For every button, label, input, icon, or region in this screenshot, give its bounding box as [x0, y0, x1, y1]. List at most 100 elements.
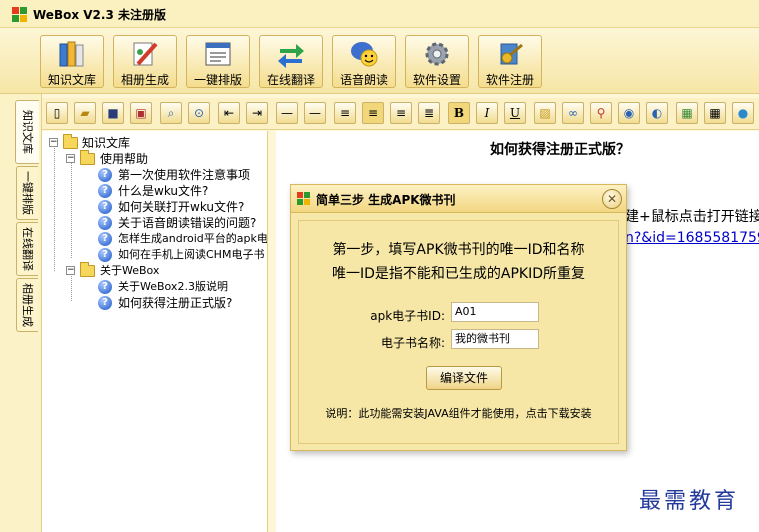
underline-icon: U: [509, 106, 521, 120]
ribbon-button-knowledge-library[interactable]: 知识文库: [40, 35, 104, 88]
title-bar: WeBox V2.3 未注册版: [0, 0, 759, 28]
insert-picture-button[interactable]: ▦: [676, 102, 698, 124]
insert-table-button[interactable]: ▦: [704, 102, 726, 124]
side-tab-label: 在线翻译: [20, 227, 34, 271]
layout-icon: [203, 40, 233, 68]
insert-link-button[interactable]: ⚲: [590, 102, 612, 124]
help-question-icon: ?: [98, 296, 112, 310]
horizontal-line-icon: —: [281, 106, 293, 120]
tree-item-label: 如何关联打开wku文件?: [118, 200, 245, 214]
help-question-icon: ?: [98, 232, 112, 246]
binoculars-icon: ∞: [568, 106, 578, 120]
binoculars-button[interactable]: ∞: [562, 102, 584, 124]
separator-line-button[interactable]: —: [304, 102, 326, 124]
export-button[interactable]: ▣: [130, 102, 152, 124]
ribbon-button-online-translate[interactable]: 在线翻译: [259, 35, 323, 88]
new-document-button[interactable]: ▯: [46, 102, 68, 124]
app-logo-icon: [297, 192, 311, 206]
side-tab-label: 一键排版: [20, 171, 34, 215]
side-tab-online-translate[interactable]: 在线翻译: [16, 222, 38, 276]
insert-web-button[interactable]: ●: [732, 102, 754, 124]
outdent-button[interactable]: ⇤: [218, 102, 240, 124]
preview-button[interactable]: ⊙: [188, 102, 210, 124]
ribbon-button-album-generate[interactable]: 相册生成: [113, 35, 177, 88]
open-file-button[interactable]: ▰: [74, 102, 96, 124]
document-title: 如何获得注册正式版？: [490, 142, 630, 158]
save-button[interactable]: ■: [102, 102, 124, 124]
underline-button[interactable]: U: [504, 102, 526, 124]
key-icon: [495, 40, 525, 68]
collapse-icon[interactable]: −: [66, 154, 75, 163]
tree-item-label: 什么是wku文件?: [118, 184, 209, 198]
justify-button[interactable]: ≣: [418, 102, 440, 124]
save-disk-icon: ■: [107, 106, 119, 120]
preview-icon: ⊙: [193, 106, 205, 120]
apk-id-input[interactable]: A01: [451, 302, 539, 322]
tree-item-label: 关于语音朗读错误的问题?: [118, 216, 257, 230]
align-right-button[interactable]: ≡: [390, 102, 412, 124]
step-hint: 唯一ID是指不能和已生成的APKID所重复: [331, 266, 586, 282]
tree-item-label: 如何在手机上阅读CHM电子书: [118, 248, 265, 261]
horizontal-rule-button[interactable]: —: [276, 102, 298, 124]
open-folder-icon: ▰: [80, 106, 90, 120]
compile-button[interactable]: 编译文件: [426, 366, 502, 390]
ribbon-button-software-settings[interactable]: 软件设置: [405, 35, 469, 88]
tree-item-label: 怎样生成android平台的apk电子: [118, 232, 268, 245]
ribbon-button-label: 语音朗读: [339, 73, 388, 87]
ribbon-button-label: 在线翻译: [266, 73, 315, 87]
align-left-button[interactable]: ≡: [334, 102, 356, 124]
help-question-icon: ?: [98, 248, 112, 262]
outdent-icon: ⇤: [223, 106, 235, 120]
book-name-input[interactable]: 我的微书刊: [451, 329, 539, 349]
app-logo-icon: [12, 7, 28, 23]
gear-icon: [422, 40, 452, 68]
italic-button[interactable]: I: [476, 102, 498, 124]
book-name-label: 电子书名称:: [380, 336, 445, 350]
paintbrush-icon: [130, 40, 160, 68]
collapse-icon[interactable]: −: [49, 138, 58, 147]
ribbon-button-one-click-layout[interactable]: 一键排版: [186, 35, 250, 88]
document-link[interactable]: n?&id=16855817596: [625, 230, 759, 246]
find-icon: ⌕: [167, 106, 175, 120]
insert-anchor-button[interactable]: ◉: [618, 102, 640, 124]
dialog-note[interactable]: 说明：此功能需安装JAVA组件才能使用，点击下载安装: [299, 405, 618, 421]
insert-flash-button[interactable]: ◐: [646, 102, 668, 124]
ribbon-button-software-register[interactable]: 软件注册: [478, 35, 542, 88]
find-button[interactable]: ⌕: [160, 102, 182, 124]
flash-icon: ◐: [651, 106, 663, 120]
bold-button[interactable]: B: [448, 102, 470, 124]
translate-arrows-icon: [276, 40, 306, 68]
help-question-icon: ?: [98, 168, 112, 182]
italic-icon: I: [484, 106, 490, 120]
globe-icon: ●: [737, 106, 749, 120]
insert-image-icon: ▨: [539, 106, 551, 120]
tree-guide-line: [71, 161, 72, 258]
insert-image-button[interactable]: ▨: [534, 102, 556, 124]
ribbon-button-voice-reading[interactable]: 语音朗读: [332, 35, 396, 88]
side-tab-one-click-layout[interactable]: 一键排版: [16, 166, 38, 220]
tree-guide-line: [71, 273, 72, 301]
side-tab-album-generate[interactable]: 相册生成: [16, 278, 38, 332]
watermark: 最需教育: [639, 489, 740, 514]
knowledge-tree: − 知识文库 − 使用帮助 ? 第一次使用软件注意事项 ? 什么是wku文件? …: [42, 131, 268, 532]
align-center-icon: ≡: [367, 106, 379, 120]
dialog-header: 简单三步 生成APK微书刊 ✕: [291, 185, 626, 213]
collapse-icon[interactable]: −: [66, 266, 75, 275]
link-icon: ⚲: [596, 106, 606, 120]
help-question-icon: ?: [98, 280, 112, 294]
step-instruction: 第一步，填写APK微书刊的唯一ID和名称: [332, 242, 585, 258]
indent-button[interactable]: ⇥: [246, 102, 268, 124]
format-toolbar: ▯ ▰ ■ ▣ ⌕ ⊙ ⇤ ⇥ — — ≡ ≡ ≡ ≣ B I U ▨ ∞ ⚲ …: [42, 98, 759, 130]
folder-icon: [63, 134, 78, 149]
separator-line-icon: —: [309, 106, 321, 120]
align-center-button[interactable]: ≡: [362, 102, 384, 124]
main-ribbon: 知识文库 相册生成 一键排版 在线翻译 语音朗读 软件设置 软件注册: [0, 28, 759, 94]
close-icon[interactable]: ✕: [602, 189, 622, 209]
tree-root-label: 知识文库: [82, 136, 131, 150]
window-title: WeBox V2.3 未注册版: [33, 8, 166, 22]
document-text: 建+鼠标点击打开链接: [625, 209, 759, 225]
books-icon: [57, 40, 87, 68]
indent-icon: ⇥: [251, 106, 263, 120]
justify-icon: ≣: [423, 106, 435, 120]
side-tab-knowledge-library[interactable]: 知识文库: [15, 100, 39, 164]
